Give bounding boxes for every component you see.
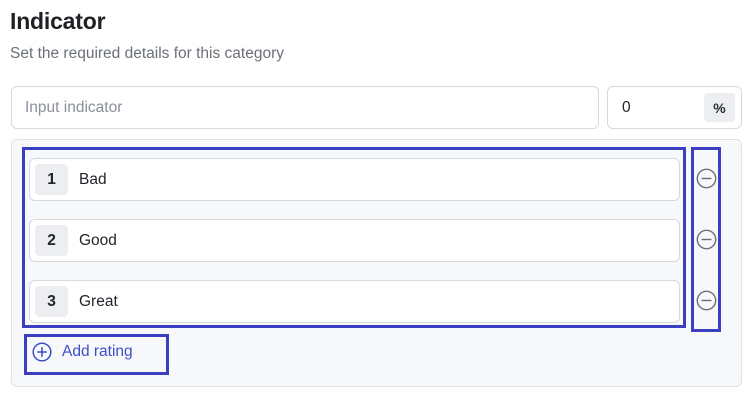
rating-label: Great [79, 293, 118, 310]
add-rating-button[interactable]: Add rating [32, 340, 133, 364]
plus-circle-icon [32, 342, 52, 362]
remove-rating-3-button[interactable] [696, 290, 717, 311]
rating-row-3[interactable]: 3 Great [29, 280, 680, 323]
percent-field: % [607, 86, 742, 129]
page-subtitle: Set the required details for this catego… [10, 45, 284, 62]
rating-number: 2 [35, 225, 68, 256]
rating-row-1[interactable]: 1 Bad [29, 158, 680, 201]
minus-circle-icon [696, 168, 717, 189]
minus-circle-icon [696, 290, 717, 311]
page-title: Indicator [10, 8, 106, 34]
rating-row-2[interactable]: 2 Good [29, 219, 680, 262]
indicator-input[interactable] [11, 86, 599, 129]
remove-rating-2-button[interactable] [696, 229, 717, 250]
percent-suffix: % [704, 93, 735, 122]
add-rating-label: Add rating [62, 343, 133, 360]
rating-label: Bad [79, 171, 107, 188]
remove-rating-1-button[interactable] [696, 168, 717, 189]
percent-input[interactable] [608, 87, 703, 128]
rating-label: Good [79, 232, 117, 249]
rating-number: 3 [35, 286, 68, 317]
rating-number: 1 [35, 164, 68, 195]
minus-circle-icon [696, 229, 717, 250]
